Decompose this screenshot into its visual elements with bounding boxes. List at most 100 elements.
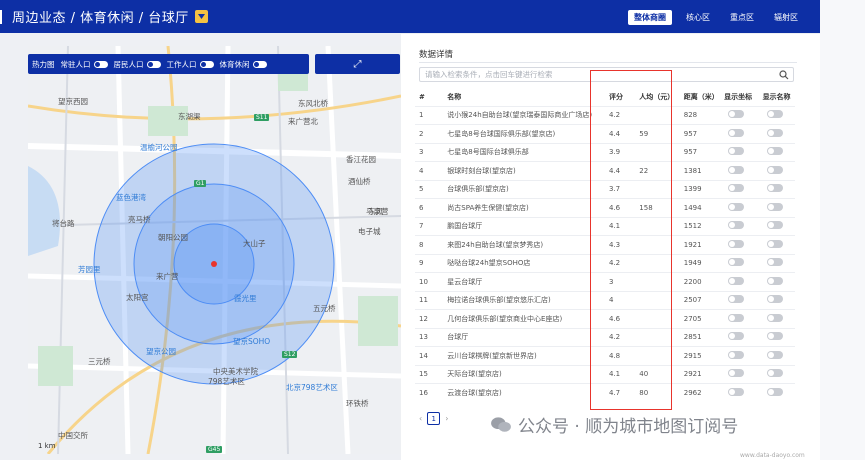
- tab-key[interactable]: 重点区: [724, 10, 760, 25]
- row-distance: 1512: [679, 216, 721, 236]
- household-population-toggle[interactable]: [146, 60, 161, 68]
- row-avg-price: 158: [635, 198, 680, 217]
- heatmap-control[interactable]: 热力图: [32, 59, 55, 70]
- table-row[interactable]: 5 台球俱乐部(望京店) 3.7 1399: [415, 179, 795, 199]
- row-index: 6: [415, 198, 444, 217]
- prev-page-button[interactable]: ‹: [419, 414, 422, 423]
- col-distance: 距离（米）: [683, 93, 719, 102]
- table-row[interactable]: 10 星云台球厅 3 2200: [415, 272, 795, 291]
- working-population-control[interactable]: 工作人口: [167, 59, 214, 70]
- map-label: 来广营: [156, 272, 179, 281]
- page-button-current[interactable]: 1: [427, 412, 441, 425]
- map-label: 太阳宫: [126, 293, 149, 302]
- show-marker-toggle[interactable]: [728, 295, 745, 304]
- row-score: 4: [604, 290, 636, 310]
- tab-overall[interactable]: 整体商圈: [628, 10, 672, 25]
- show-marker-toggle[interactable]: [728, 332, 745, 341]
- table-row[interactable]: 11 梅拉诺台球俱乐部(望京悠乐汇店) 4 2507: [415, 290, 795, 310]
- row-name: 几何台球俱乐部(望京商业中心E座店): [443, 309, 605, 328]
- show-marker-cell: [720, 161, 759, 180]
- row-index: 2: [415, 124, 444, 143]
- map-view[interactable]: 望京西园 东湖渠 东风北桥 温榆河公园 蓝色港湾 亮马桥 将台路 酒仙桥 朝阳公…: [28, 46, 401, 454]
- household-population-control[interactable]: 居民人口: [114, 59, 161, 70]
- show-marker-toggle[interactable]: [728, 202, 745, 211]
- show-name-toggle[interactable]: [766, 313, 783, 322]
- table-row[interactable]: 15 天际台球(望京店) 4.1 40 2921: [415, 364, 795, 384]
- show-marker-toggle[interactable]: [728, 369, 745, 378]
- table-header-row: # 名称 评分 人均（元） 距离（米） 显示坐标 显示名称: [415, 89, 795, 106]
- show-marker-toggle[interactable]: [728, 110, 745, 119]
- show-marker-toggle[interactable]: [728, 276, 745, 285]
- sports-leisure-toggle[interactable]: [252, 60, 267, 68]
- row-avg-price: [635, 253, 680, 273]
- next-page-button[interactable]: ›: [445, 414, 448, 423]
- table-row[interactable]: 14 云川台球棋牌(望京新世界店) 4.8 2915: [415, 346, 795, 365]
- show-name-toggle[interactable]: [766, 147, 783, 156]
- show-name-toggle[interactable]: [766, 295, 783, 304]
- show-name-toggle[interactable]: [766, 350, 783, 359]
- search-input[interactable]: [420, 68, 760, 81]
- tab-core[interactable]: 核心区: [680, 10, 716, 25]
- show-name-toggle[interactable]: [766, 184, 783, 193]
- map-label: 香江花园: [346, 155, 376, 164]
- search-icon[interactable]: [779, 70, 789, 80]
- table-row[interactable]: 16 云渡台球(望京店) 4.7 80 2962: [415, 383, 795, 402]
- sports-leisure-control[interactable]: 体育休闲: [220, 59, 267, 70]
- row-distance: 2915: [679, 346, 721, 365]
- show-marker-toggle[interactable]: [728, 221, 745, 230]
- search-box: [419, 67, 794, 82]
- table-row[interactable]: 7 鹏国台球厅 4.1 1512: [415, 216, 795, 236]
- row-score: 4.4: [604, 161, 636, 180]
- row-name: 银球时刻台球(望京店): [443, 161, 605, 180]
- show-marker-toggle[interactable]: [728, 128, 745, 137]
- show-marker-cell: [720, 235, 759, 254]
- map-canvas: [28, 46, 401, 454]
- title-accent: [0, 9, 2, 24]
- category-dropdown-button[interactable]: [194, 10, 208, 23]
- row-avg-price: 80: [635, 383, 680, 402]
- row-distance: 957: [679, 124, 721, 143]
- table-row[interactable]: 4 银球时刻台球(望京店) 4.4 22 1381: [415, 161, 795, 180]
- show-marker-toggle[interactable]: [728, 165, 745, 174]
- show-marker-toggle[interactable]: [728, 239, 745, 248]
- fullscreen-button[interactable]: ⤢: [315, 54, 400, 74]
- page-title: 周边业态 / 体育休闲 / 台球厅: [12, 11, 189, 26]
- resident-population-control[interactable]: 常驻人口: [61, 59, 108, 70]
- resident-population-toggle[interactable]: [93, 60, 108, 68]
- show-name-toggle[interactable]: [766, 221, 783, 230]
- table-row[interactable]: 9 哒哒台球24h望京SOHO店 4.2 1949: [415, 253, 795, 273]
- show-marker-toggle[interactable]: [728, 147, 745, 156]
- show-marker-toggle[interactable]: [728, 350, 745, 359]
- table-row[interactable]: 6 尚古SPA养生保健(望京店) 4.6 158 1494: [415, 198, 795, 217]
- show-name-toggle[interactable]: [766, 128, 783, 137]
- show-name-toggle[interactable]: [766, 202, 783, 211]
- table-row[interactable]: 8 来图24h自助台球(望京梦秀店) 4.3 1921: [415, 235, 795, 254]
- show-name-toggle[interactable]: [766, 165, 783, 174]
- table-row[interactable]: 13 台球厅 4.2 2851: [415, 327, 795, 347]
- show-name-toggle[interactable]: [766, 388, 783, 396]
- expand-icon: ⤢: [353, 58, 362, 70]
- row-avg-price: [635, 235, 680, 254]
- table-row[interactable]: 12 几何台球俱乐部(望京商业中心E座店) 4.6 2705: [415, 309, 795, 328]
- show-name-toggle[interactable]: [766, 369, 783, 378]
- working-population-toggle[interactable]: [199, 60, 214, 68]
- row-distance: 1399: [679, 179, 721, 199]
- col-show-marker: 显示坐标: [724, 93, 753, 102]
- table-row[interactable]: 2 七星岛8号台球国际俱乐部(望京店) 4.4 59 957: [415, 124, 795, 143]
- show-name-toggle[interactable]: [766, 276, 783, 285]
- show-name-toggle[interactable]: [766, 239, 783, 248]
- show-name-cell: [758, 290, 795, 310]
- show-marker-toggle[interactable]: [728, 388, 745, 396]
- row-index: 7: [415, 216, 444, 236]
- show-marker-toggle[interactable]: [728, 184, 745, 193]
- tab-radiation[interactable]: 辐射区: [768, 10, 804, 25]
- show-name-toggle[interactable]: [766, 258, 783, 267]
- row-name: 台球厅: [443, 327, 605, 347]
- show-name-toggle[interactable]: [766, 332, 783, 341]
- show-name-toggle[interactable]: [766, 110, 783, 119]
- show-marker-toggle[interactable]: [728, 313, 745, 322]
- table-row[interactable]: 1 说小猴24h自助台球(望京瑞泰国际商业广场店) 4.2 828: [415, 105, 795, 125]
- table-row[interactable]: 3 七星岛8号国际台球俱乐部 3.9 957: [415, 142, 795, 162]
- show-marker-toggle[interactable]: [728, 258, 745, 267]
- map-label: 将台路: [52, 219, 75, 228]
